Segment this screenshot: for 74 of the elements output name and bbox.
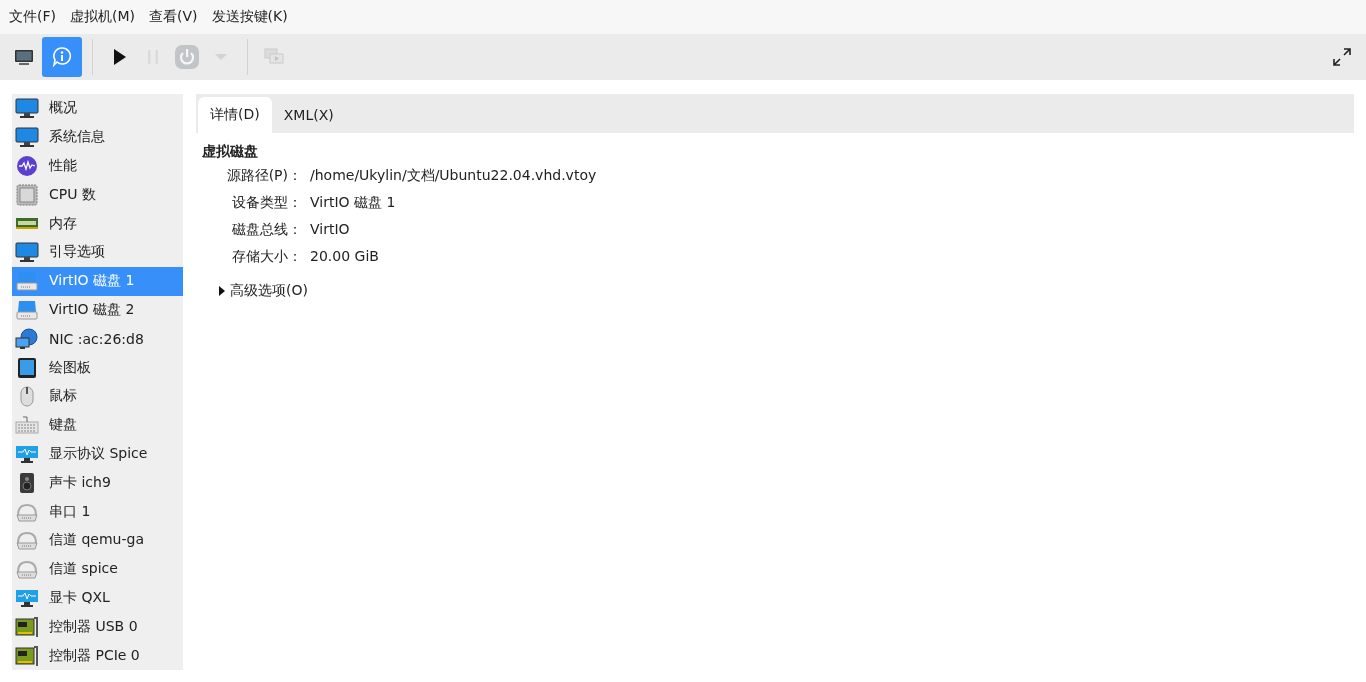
power-icon bbox=[175, 45, 199, 69]
sidebar-item[interactable]: 性能 bbox=[12, 151, 183, 181]
menu-item[interactable]: 虚拟机(M) bbox=[63, 8, 142, 26]
item-label: VirtIO 磁盘 2 bbox=[49, 300, 135, 319]
sidebar-item[interactable]: 显示协议 Spice bbox=[12, 439, 183, 469]
item-label: 声卡 ich9 bbox=[49, 473, 111, 492]
item-label: 控制器 USB 0 bbox=[49, 617, 138, 636]
item-label: NIC :ac:26:d8 bbox=[49, 330, 144, 347]
info-icon bbox=[50, 45, 74, 69]
field-label: 存储大小： bbox=[231, 248, 302, 266]
sidebar-item[interactable]: 信道 spice bbox=[12, 554, 183, 584]
sidebar-item[interactable]: 系统信息 bbox=[12, 122, 183, 152]
caret-icon bbox=[215, 54, 227, 60]
item-label: 信道 spice bbox=[49, 560, 118, 579]
expansion-card-icon bbox=[15, 615, 39, 638]
field-value: VirtIO bbox=[310, 221, 351, 239]
field-label: 源路径(P)： bbox=[225, 167, 302, 185]
network-icon bbox=[15, 327, 39, 350]
item-label: 内存 bbox=[49, 214, 77, 233]
item-label: 信道 qemu-ga bbox=[49, 531, 144, 550]
keyboard-icon bbox=[15, 414, 39, 437]
item-label: 鼠标 bbox=[49, 387, 77, 406]
field-label: 磁盘总线： bbox=[231, 221, 302, 239]
menu-item[interactable]: 发送按键(K) bbox=[204, 8, 295, 26]
sidebar-item[interactable]: 内存 bbox=[12, 209, 183, 238]
sidebar-item[interactable]: 控制器 PCIe 0 bbox=[12, 641, 183, 670]
expander-arrow-icon bbox=[218, 286, 226, 296]
fullscreen-icon bbox=[1330, 45, 1354, 69]
field-label: 设备类型： bbox=[231, 194, 302, 212]
monitor-icon bbox=[15, 97, 39, 120]
tab[interactable]: 详情(D) bbox=[198, 97, 272, 133]
monitor-icon bbox=[15, 241, 39, 264]
sidebar-item[interactable]: 显卡 QXL bbox=[12, 583, 183, 613]
item-label: 概况 bbox=[49, 99, 77, 118]
sidebar-item[interactable]: 鼠标 bbox=[12, 381, 183, 411]
item-label: 串口 1 bbox=[49, 502, 91, 521]
drive-icon bbox=[15, 270, 39, 293]
item-label: VirtIO 磁盘 1 bbox=[49, 272, 135, 291]
field-value: 20.00 GiB bbox=[310, 248, 380, 266]
expander[interactable]: 高级选项(O) bbox=[218, 282, 1354, 300]
tablet-icon bbox=[15, 356, 39, 379]
sidebar-item[interactable]: 信道 qemu-ga bbox=[12, 525, 183, 555]
serial-port-icon bbox=[15, 529, 39, 552]
item-label: 系统信息 bbox=[49, 128, 105, 147]
sidebar-item[interactable]: 引导选项 bbox=[12, 238, 183, 267]
sidebar-item[interactable]: 概况 bbox=[12, 94, 183, 123]
field-value: /home/Ukylin/文档/Ubuntu22.04.vhd.vtoy bbox=[310, 167, 597, 185]
sidebar-item[interactable]: 控制器 USB 0 bbox=[12, 612, 183, 642]
sidebar-item[interactable]: 声卡 ich9 bbox=[12, 468, 183, 498]
item-label: 性能 bbox=[49, 157, 77, 175]
item-label: 键盘 bbox=[49, 416, 77, 435]
item-label: 显卡 QXL bbox=[49, 588, 110, 607]
sidebar-item[interactable]: 键盘 bbox=[12, 410, 183, 440]
sidebar-item[interactable]: 串口 1 bbox=[12, 497, 183, 526]
chip-icon bbox=[15, 183, 39, 206]
waveform-icon bbox=[15, 155, 39, 177]
menu-item[interactable]: 查看(V) bbox=[142, 8, 205, 26]
menu-item[interactable]: 文件(F) bbox=[2, 8, 63, 26]
sidebar-item[interactable]: CPU 数 bbox=[12, 180, 183, 210]
item-label: 引导选项 bbox=[49, 243, 105, 262]
serial-port-icon bbox=[15, 558, 39, 581]
item-label: 绘图板 bbox=[49, 358, 91, 377]
sidebar-item[interactable]: 绘图板 bbox=[12, 353, 183, 382]
item-label: 控制器 PCIe 0 bbox=[49, 646, 140, 665]
tab[interactable]: XML(X) bbox=[271, 97, 346, 133]
expansion-card-icon bbox=[15, 644, 39, 667]
item-label: 显示协议 Spice bbox=[49, 444, 148, 463]
drive-icon bbox=[15, 298, 39, 321]
section-title: 虚拟磁盘 bbox=[202, 143, 259, 161]
item-label: CPU 数 bbox=[49, 185, 96, 204]
sidebar-item[interactable]: NIC :ac:26:d8 bbox=[12, 324, 183, 354]
sidebar-item[interactable]: VirtIO 磁盘 2 bbox=[12, 295, 183, 325]
field-value: VirtIO 磁盘 1 bbox=[310, 194, 397, 212]
monitor-icon bbox=[15, 126, 39, 149]
